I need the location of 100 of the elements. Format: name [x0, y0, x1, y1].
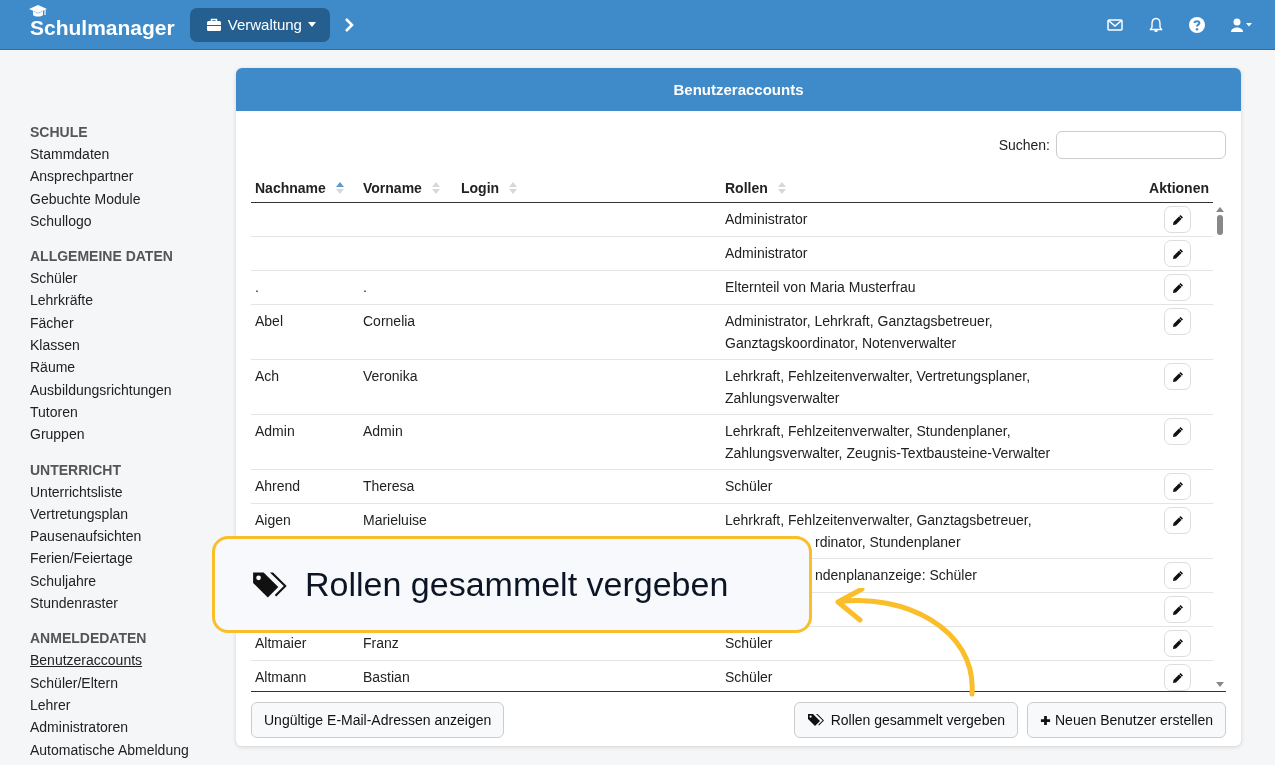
sidebar-item[interactable]: Schüler: [30, 267, 78, 290]
brand-logo[interactable]: Schulmanager: [30, 9, 175, 40]
table-cell-text: rdinator, Stundenplaner: [814, 532, 962, 552]
sidebar-item[interactable]: Ausbildungsrichtungen: [30, 378, 172, 401]
search-field[interactable]: [1056, 131, 1226, 159]
sidebar-section-title: ANMELDEDATEN: [30, 629, 147, 649]
sidebar-item[interactable]: Administratoren: [30, 716, 129, 739]
pencil-icon: [1171, 425, 1184, 438]
scroll-down-icon[interactable]: [1215, 682, 1224, 687]
table-cell-text: Zahlungsverwalter: [725, 388, 841, 408]
sidebar-item[interactable]: Pausenaufsichten: [30, 525, 142, 548]
table-cell: Aigen: [255, 512, 291, 528]
sidebar-item[interactable]: Gruppen: [30, 423, 85, 446]
edit-button[interactable]: [1164, 206, 1191, 233]
table-cell-text: Elternteil von Maria Musterfrau: [725, 278, 917, 297]
table-cell: Admin: [363, 423, 403, 439]
pencil-icon: [1171, 247, 1184, 260]
action-button[interactable]: Neuen Benutzer erstellen: [1027, 702, 1226, 738]
mail-icon[interactable]: [1107, 18, 1123, 31]
sidebar-item[interactable]: Stammdaten: [30, 143, 110, 166]
table-cell: Admin: [255, 423, 295, 439]
table-cell: .: [255, 279, 259, 295]
pencil-icon: [1171, 603, 1184, 616]
sidebar-item[interactable]: Gebuchte Module: [30, 187, 141, 210]
table-cell: Abel: [255, 313, 284, 329]
edit-button[interactable]: [1164, 596, 1191, 623]
verwaltung-menu-button[interactable]: Verwaltung: [189, 7, 330, 42]
sidebar-item[interactable]: Vertretungsplan: [30, 502, 129, 526]
column-header[interactable]: Vorname: [363, 180, 422, 196]
card-header: Benutzeraccounts: [236, 68, 1241, 111]
edit-button[interactable]: [1164, 308, 1191, 335]
edit-button[interactable]: [1164, 507, 1191, 534]
help-icon[interactable]: [1189, 16, 1205, 33]
table-cell-text: Administrator: [725, 244, 809, 263]
sidebar-item[interactable]: Tutoren: [30, 400, 78, 424]
edit-button[interactable]: [1164, 562, 1191, 589]
search-label: Suchen:: [998, 137, 1050, 153]
pencil-icon: [1171, 281, 1184, 294]
edit-button[interactable]: [1164, 240, 1191, 267]
sidebar-section-title: UNTERRICHT: [30, 460, 121, 480]
sidebar-section-title: SCHULE: [30, 123, 88, 142]
table-cell: Altmaier: [255, 635, 307, 651]
pencil-icon: [1171, 370, 1184, 383]
edit-button[interactable]: [1164, 363, 1191, 390]
bell-icon[interactable]: [1149, 16, 1163, 33]
sidebar-item[interactable]: Unterrichtsliste: [30, 480, 123, 503]
table-cell-text: ndenplananzeige: Schüler: [814, 566, 978, 585]
table-cell: Marieluise: [363, 512, 427, 528]
edit-button[interactable]: [1164, 274, 1191, 301]
edit-button[interactable]: [1164, 473, 1191, 500]
table-cell-text: Lehrkraft, Fehlzeitenverwalter, Stundenplaner,: [725, 422, 1012, 441]
sidebar-item[interactable]: Benutzeraccounts: [30, 649, 143, 672]
column-header[interactable]: Login: [461, 180, 500, 196]
edit-button[interactable]: [1164, 630, 1191, 657]
pencil-icon: [1171, 671, 1184, 684]
sidebar-item[interactable]: Stundenraster: [30, 592, 118, 615]
sidebar-item[interactable]: Fächer: [30, 311, 74, 335]
action-button[interactable]: Ungültige E-Mail-Adressen anzeigen: [251, 702, 505, 738]
sidebar-item[interactable]: Schüler/Eltern: [30, 671, 118, 694]
sidebar-item[interactable]: Automatische Abmeldung: [30, 738, 189, 761]
pencil-icon: [1171, 514, 1184, 527]
callout: Rollen gesammelt vergeben: [212, 536, 812, 633]
sidebar-item[interactable]: Lehrer: [30, 693, 71, 717]
table-cell-text: Administrator, Lehrkraft, Ganztagsbetreuer,: [725, 312, 994, 331]
pencil-icon: [1171, 637, 1184, 650]
column-header[interactable]: Rollen: [725, 180, 768, 196]
sidebar-item[interactable]: Räume: [30, 356, 76, 379]
table-cell-text: Ganztagskoordinator, Notenverwalter: [725, 333, 958, 353]
chevron-right-icon: [343, 17, 354, 32]
edit-button[interactable]: [1164, 418, 1191, 445]
sidebar-item[interactable]: Klassen: [30, 334, 80, 357]
sidebar-item[interactable]: Schuljahre: [30, 569, 97, 593]
scroll-up-icon[interactable]: [1215, 207, 1224, 212]
sidebar-item[interactable]: Schullogo: [30, 209, 92, 233]
pencil-icon: [1171, 569, 1184, 582]
sidebar-section-title: ALLGEMEINE DATEN: [30, 247, 173, 267]
table-cell: Ach: [255, 368, 280, 384]
scrollbar-thumb[interactable]: [1216, 215, 1223, 235]
action-button[interactable]: Rollen gesammelt vergeben: [793, 702, 1018, 738]
tag-icon: [806, 712, 827, 728]
caret-icon: [307, 22, 316, 27]
user-menu-icon[interactable]: [1231, 17, 1253, 32]
edit-button[interactable]: [1164, 664, 1191, 691]
table-cell: Cornelia: [363, 313, 416, 329]
table-cell: Altmann: [255, 669, 307, 685]
column-header[interactable]: Nachname: [255, 180, 326, 196]
sidebar-item[interactable]: Ansprechpartner: [30, 165, 134, 188]
table-cell-text: Schüler: [725, 668, 774, 687]
plus-icon: [1040, 714, 1051, 726]
column-header[interactable]: Aktionen: [1149, 180, 1209, 196]
table-cell-text: Lehrkraft, Fehlzeitenverwalter, Ganztagsbetreuer,: [725, 511, 1033, 530]
table-cell: Veronika: [363, 368, 418, 384]
table-cell: .: [363, 279, 367, 295]
sidebar-item[interactable]: Lehrkräfte: [30, 289, 94, 312]
pencil-icon: [1171, 315, 1184, 328]
table-cell: Bastian: [363, 669, 410, 685]
sidebar-item[interactable]: Ferien/Feiertage: [30, 547, 133, 570]
table-cell-text: Schüler: [725, 477, 774, 496]
table-cell-text: Lehrkraft, Fehlzeitenverwalter, Vertretungsplaner,: [725, 367, 1032, 386]
table-cell-text: Schüler: [725, 634, 774, 653]
